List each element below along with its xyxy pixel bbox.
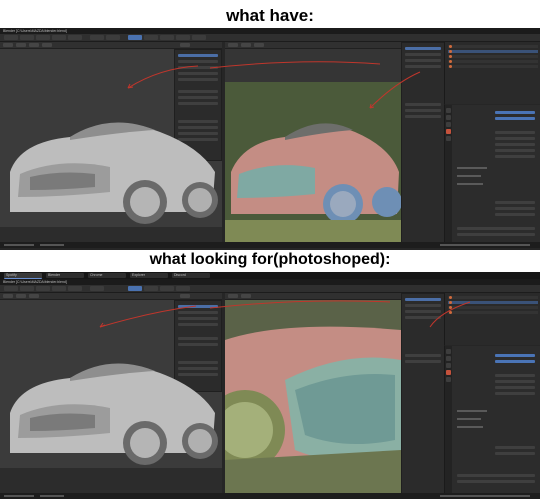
annotation-arrows	[127, 61, 421, 109]
status-item	[440, 244, 530, 246]
heading-what-looking-for: what looking for(photoshoped):	[149, 251, 391, 268]
status-item	[40, 495, 64, 497]
status-item	[40, 244, 64, 246]
heading-what-have: what have:	[226, 6, 314, 25]
annotation-arrows	[99, 300, 471, 328]
screenshot-target: Spotify Blender Chrome Explorer Discord …	[0, 272, 540, 499]
status-item	[4, 244, 34, 246]
status-item	[440, 495, 530, 497]
screenshot-current: Blender [C:\Users\MAZDA\blender.blend]	[0, 28, 540, 250]
status-bar	[0, 242, 540, 248]
status-bar	[0, 493, 540, 499]
status-item	[4, 495, 34, 497]
